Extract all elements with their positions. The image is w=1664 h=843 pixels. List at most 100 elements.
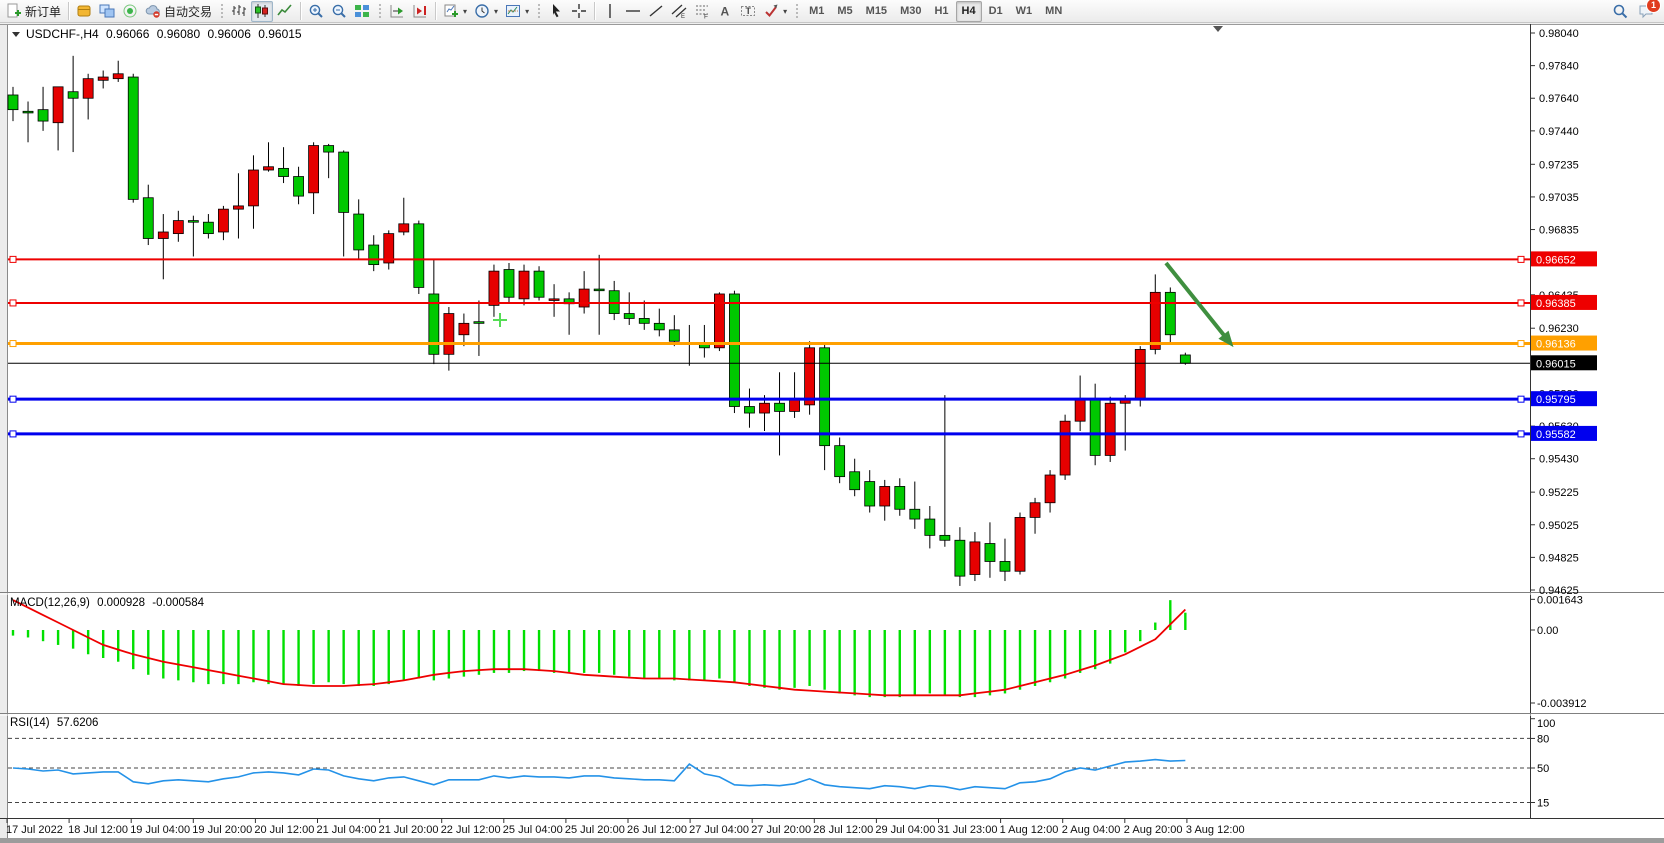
candle-body bbox=[594, 289, 604, 291]
timeframe-mn-button[interactable]: MN bbox=[1039, 1, 1068, 22]
text-label-button[interactable]: T bbox=[737, 1, 759, 22]
candle-body bbox=[549, 299, 559, 301]
toolbar-grip[interactable] bbox=[219, 2, 224, 20]
line-handle[interactable] bbox=[1518, 396, 1524, 402]
bar-chart-button[interactable] bbox=[228, 1, 250, 22]
chevron-down-icon[interactable]: ▾ bbox=[494, 7, 498, 16]
chart-window[interactable]: 0.980400.978400.976400.974400.972350.970… bbox=[0, 24, 1664, 843]
line-handle[interactable] bbox=[1518, 431, 1524, 437]
toolbar-separator bbox=[435, 2, 436, 20]
toolbar-grip[interactable] bbox=[377, 2, 382, 20]
search-button[interactable] bbox=[1609, 1, 1631, 22]
svg-text:0.95225: 0.95225 bbox=[1539, 487, 1579, 499]
timeframe-m1-button[interactable]: M1 bbox=[803, 1, 830, 22]
crosshair-button[interactable] bbox=[568, 1, 590, 22]
candle-body bbox=[143, 198, 153, 239]
line-handle[interactable] bbox=[10, 396, 16, 402]
candlestick-chart-button[interactable] bbox=[251, 1, 273, 22]
candle-body bbox=[534, 271, 544, 297]
svg-text:0.00: 0.00 bbox=[1537, 625, 1558, 637]
candle-body bbox=[865, 482, 875, 506]
templates-button[interactable]: ▾ bbox=[502, 1, 532, 22]
toolbar-grip[interactable] bbox=[536, 2, 541, 20]
svg-text:100: 100 bbox=[1537, 718, 1555, 730]
zoom-in-button[interactable] bbox=[305, 1, 327, 22]
rsi-indicator-label: RSI(14) 57.6206 bbox=[10, 717, 102, 729]
candle-body bbox=[579, 289, 589, 307]
trendline-button[interactable] bbox=[645, 1, 667, 22]
chevron-down-icon[interactable]: ▾ bbox=[463, 7, 467, 16]
horizontal-line-button[interactable] bbox=[622, 1, 644, 22]
auto-scroll-icon bbox=[389, 3, 405, 19]
templates-icon bbox=[505, 3, 521, 19]
candle-body bbox=[68, 92, 78, 99]
chat-button[interactable]: 1 bbox=[1635, 1, 1657, 22]
timeframe-m15-button[interactable]: M15 bbox=[860, 1, 893, 22]
chart-canvas[interactable]: 0.980400.978400.976400.974400.972350.970… bbox=[0, 0, 1664, 843]
svg-text:F: F bbox=[704, 14, 708, 20]
svg-text:22 Jul 12:00: 22 Jul 12:00 bbox=[441, 824, 501, 836]
line-handle[interactable] bbox=[1518, 300, 1524, 306]
chart-window-button[interactable] bbox=[96, 1, 118, 22]
candle-body bbox=[444, 314, 454, 355]
market-watch-button[interactable] bbox=[73, 1, 95, 22]
fibonacci-button[interactable]: F bbox=[691, 1, 713, 22]
arrows-icon bbox=[763, 3, 779, 19]
auto-scroll-button[interactable] bbox=[386, 1, 408, 22]
text-button[interactable]: A bbox=[714, 1, 736, 22]
candle-body bbox=[669, 330, 679, 341]
candle-body bbox=[83, 79, 93, 99]
search-icon bbox=[1612, 3, 1628, 19]
candle-body bbox=[264, 167, 274, 170]
equidistant-channel-icon: E bbox=[671, 3, 687, 19]
cursor-button[interactable] bbox=[545, 1, 567, 22]
svg-text:19 Jul 04:00: 19 Jul 04:00 bbox=[130, 824, 190, 836]
autotrading-button[interactable]: 自动交易 bbox=[142, 1, 215, 22]
toolbar-grip[interactable] bbox=[794, 2, 799, 20]
arrows-button[interactable]: ▾ bbox=[760, 1, 790, 22]
zoom-out-button[interactable] bbox=[328, 1, 350, 22]
periods-button[interactable]: ▾ bbox=[471, 1, 501, 22]
candle-body bbox=[173, 221, 183, 234]
line-handle[interactable] bbox=[10, 341, 16, 347]
line-handle[interactable] bbox=[10, 431, 16, 437]
new-chart-button[interactable]: ▾ bbox=[440, 1, 470, 22]
candle-body bbox=[925, 519, 935, 535]
chart-shift-button[interactable] bbox=[409, 1, 431, 22]
signals-button[interactable] bbox=[119, 1, 141, 22]
svg-text:0.95025: 0.95025 bbox=[1539, 520, 1579, 532]
timeframe-h1-button[interactable]: H1 bbox=[928, 1, 954, 22]
chart-window-icon bbox=[99, 3, 115, 19]
equidistant-channel-button[interactable]: E bbox=[668, 1, 690, 22]
fibonacci-icon: F bbox=[694, 3, 710, 19]
line-chart-button[interactable] bbox=[274, 1, 296, 22]
line-handle[interactable] bbox=[1518, 256, 1524, 262]
ohlc-low: 0.96006 bbox=[207, 27, 250, 41]
svg-text:0.95430: 0.95430 bbox=[1539, 454, 1579, 466]
timeframe-m30-button[interactable]: M30 bbox=[894, 1, 927, 22]
chart-collapse-icon[interactable] bbox=[12, 32, 20, 37]
line-handle[interactable] bbox=[1518, 341, 1524, 347]
line-handle[interactable] bbox=[10, 256, 16, 262]
candle-body bbox=[248, 170, 258, 206]
candle-body bbox=[23, 111, 33, 113]
tile-windows-button[interactable] bbox=[351, 1, 373, 22]
timeframe-m5-button[interactable]: M5 bbox=[831, 1, 858, 22]
new-order-button[interactable]: 新订单 bbox=[3, 1, 64, 22]
timeframe-w1-button[interactable]: W1 bbox=[1010, 1, 1039, 22]
candle-body bbox=[744, 407, 754, 414]
market-watch-icon bbox=[76, 3, 92, 19]
vertical-line-button[interactable] bbox=[599, 1, 621, 22]
chevron-down-icon[interactable]: ▾ bbox=[783, 7, 787, 16]
timeframe-h4-button[interactable]: H4 bbox=[956, 1, 982, 22]
candle-body bbox=[519, 271, 529, 299]
candle-body bbox=[218, 209, 228, 232]
candlestick-chart-icon bbox=[254, 3, 270, 19]
candle-body bbox=[1090, 398, 1100, 455]
chevron-down-icon[interactable]: ▾ bbox=[525, 7, 529, 16]
svg-text:18 Jul 12:00: 18 Jul 12:00 bbox=[68, 824, 128, 836]
line-handle[interactable] bbox=[10, 300, 16, 306]
svg-text:-0.003912: -0.003912 bbox=[1537, 698, 1587, 710]
timeframe-d1-button[interactable]: D1 bbox=[983, 1, 1009, 22]
candle-body bbox=[309, 146, 319, 193]
